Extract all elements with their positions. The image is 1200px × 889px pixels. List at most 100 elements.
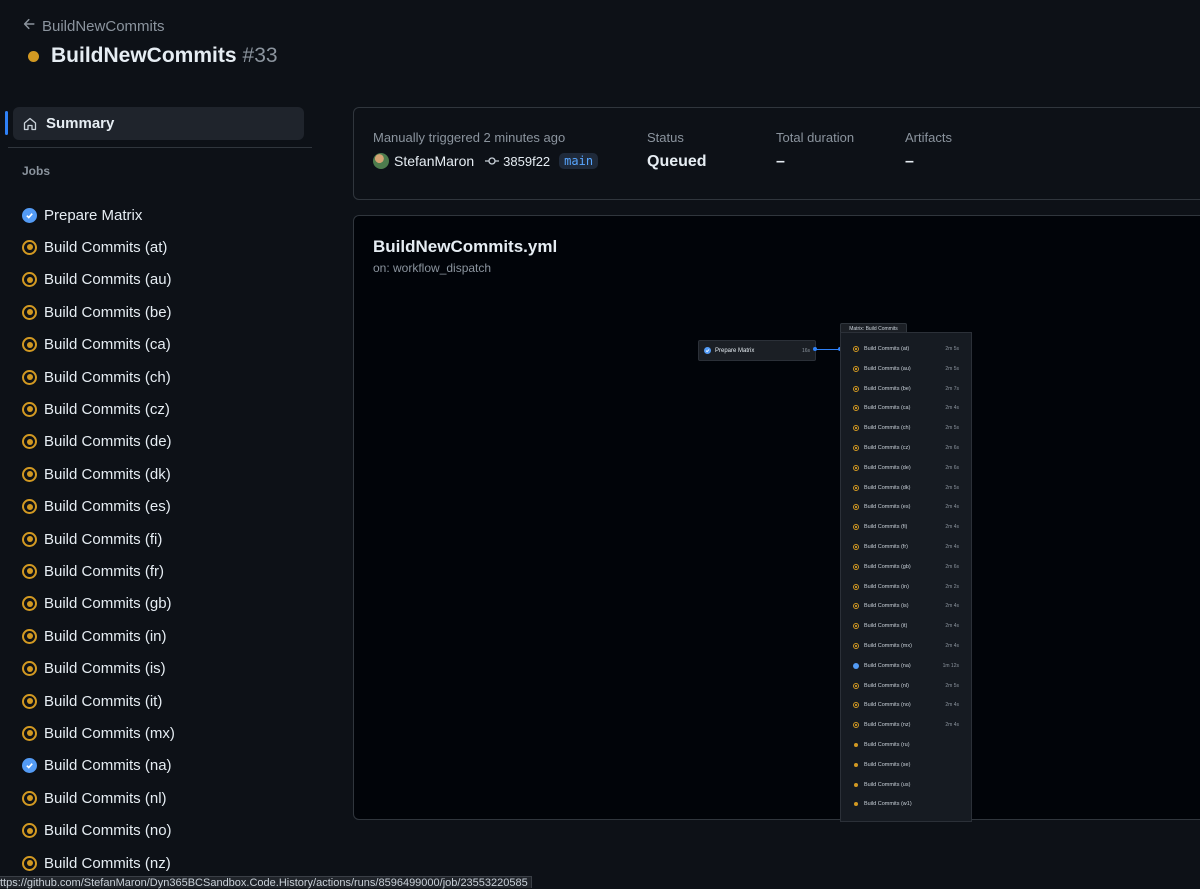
matrix-job-node[interactable]: Build Commits (ca) 2m 4s: [853, 403, 963, 413]
sidebar-job-item[interactable]: Build Commits (dk): [22, 462, 302, 486]
matrix-job-node[interactable]: Build Commits (at) 2m 5s: [853, 344, 963, 354]
matrix-job-node[interactable]: Build Commits (ch) 2m 5s: [853, 423, 963, 433]
matrix-job-duration: 2m 4s: [945, 643, 959, 649]
matrix-job-node[interactable]: Build Commits (na) 1m 12s: [853, 661, 963, 671]
matrix-job-node[interactable]: Build Commits (nz) 2m 4s: [853, 720, 963, 730]
matrix-job-node[interactable]: Build Commits (w1): [853, 799, 963, 809]
sidebar-job-item[interactable]: Build Commits (nl): [22, 786, 302, 810]
trigger-details: StefanMaron 3859f22 main: [373, 153, 599, 169]
queued-status-icon: [22, 563, 37, 579]
matrix-job-node[interactable]: Build Commits (dk) 2m 5s: [853, 483, 963, 493]
sidebar-job-label: Build Commits (in): [44, 627, 167, 645]
sidebar-job-item[interactable]: Build Commits (mx): [22, 721, 302, 745]
sidebar-job-item[interactable]: Build Commits (na): [22, 754, 302, 778]
sidebar-item-summary[interactable]: Summary: [13, 107, 304, 140]
back-link-label[interactable]: BuildNewCommits: [42, 18, 165, 35]
sidebar-job-item[interactable]: Build Commits (de): [22, 430, 302, 454]
sidebar-job-label: Build Commits (nl): [44, 789, 167, 807]
sidebar-job-label: Build Commits (na): [44, 757, 172, 775]
matrix-job-node[interactable]: Build Commits (cz) 2m 6s: [853, 443, 963, 453]
queued-status-icon: [853, 682, 859, 689]
matrix-job-label: Build Commits (au): [864, 365, 911, 372]
queued-status-icon: [853, 544, 859, 550]
check-circle-icon: [22, 207, 37, 223]
back-link[interactable]: BuildNewCommits: [22, 17, 165, 35]
matrix-job-node[interactable]: Build Commits (es) 2m 4s: [853, 502, 963, 512]
matrix-job-duration: 2m 5s: [945, 682, 959, 689]
sidebar-item-label: Summary: [46, 115, 115, 132]
queued-status-icon: [22, 434, 37, 450]
matrix-job-label: Build Commits (gb): [864, 563, 911, 570]
matrix-group: Build Commits (at) 2m 5s Build Commits (au…: [840, 332, 972, 822]
matrix-job-duration: 2m 4s: [945, 722, 959, 729]
matrix-job-node[interactable]: Build Commits (in) 2m 2s: [853, 582, 963, 592]
matrix-job-duration: 2m 4s: [945, 702, 959, 709]
matrix-job-node[interactable]: Build Commits (nl) 2m 5s: [853, 681, 963, 691]
workflow-trigger: on: workflow_dispatch: [373, 261, 492, 275]
sidebar-job-label: Prepare Matrix: [44, 206, 143, 224]
matrix-job-node[interactable]: Build Commits (au) 2m 5s: [853, 364, 963, 374]
run-title: BuildNewCommits: [51, 44, 237, 67]
sidebar-job-item[interactable]: Build Commits (au): [22, 268, 302, 292]
sidebar-job-label: Build Commits (be): [44, 303, 172, 321]
sidebar-job-item[interactable]: Build Commits (ca): [22, 333, 302, 357]
duration-value: –: [776, 153, 785, 170]
matrix-job-label: Build Commits (ru): [864, 742, 910, 748]
sidebar-job-item[interactable]: Build Commits (cz): [22, 397, 302, 421]
matrix-job-node[interactable]: Build Commits (mx) 2m 4s: [853, 641, 963, 651]
queued-status-icon: [22, 531, 37, 547]
matrix-job-node[interactable]: Build Commits (gb) 2m 6s: [853, 562, 963, 572]
matrix-job-label: Build Commits (mx): [864, 643, 912, 649]
sidebar-job-label: Build Commits (ch): [44, 368, 171, 386]
sidebar-job-item[interactable]: Prepare Matrix: [22, 203, 302, 227]
matrix-job-node[interactable]: Build Commits (fi) 2m 4s: [853, 522, 963, 532]
matrix-job-node[interactable]: Build Commits (fr) 2m 4s: [853, 542, 963, 552]
sidebar-job-label: Build Commits (cz): [44, 400, 170, 418]
actor-link[interactable]: StefanMaron: [394, 153, 474, 169]
sidebar-job-item[interactable]: Build Commits (nz): [22, 851, 302, 875]
sidebar-job-item[interactable]: Build Commits (it): [22, 689, 302, 713]
pending-dot-icon: [854, 762, 858, 767]
queued-status-icon: [22, 272, 37, 288]
sidebar-job-item[interactable]: Build Commits (be): [22, 300, 302, 324]
commit-link[interactable]: 3859f22: [485, 154, 550, 169]
sidebar-job-item[interactable]: Build Commits (in): [22, 624, 302, 648]
sidebar-job-item[interactable]: Build Commits (fr): [22, 559, 302, 583]
matrix-job-label: Build Commits (be): [864, 385, 911, 392]
pending-dot-icon: [854, 782, 858, 787]
graph-node-label: Prepare Matrix: [715, 347, 755, 354]
sidebar-job-label: Build Commits (au): [44, 271, 172, 289]
matrix-job-node[interactable]: Build Commits (it) 2m 4s: [853, 621, 963, 631]
avatar[interactable]: [373, 153, 389, 169]
matrix-job-label: Build Commits (ca): [864, 405, 911, 412]
sidebar-job-item[interactable]: Build Commits (no): [22, 819, 302, 843]
matrix-job-node[interactable]: Build Commits (be) 2m 7s: [853, 384, 963, 394]
matrix-job-duration: 2m 5s: [945, 365, 959, 372]
queued-status-icon: [22, 499, 37, 515]
sidebar-job-label: Build Commits (no): [44, 822, 172, 840]
matrix-job-node[interactable]: Build Commits (us): [853, 780, 963, 790]
sidebar-job-item[interactable]: Build Commits (at): [22, 235, 302, 259]
matrix-job-node[interactable]: Build Commits (ru): [853, 740, 963, 750]
matrix-job-node[interactable]: Build Commits (se): [853, 760, 963, 770]
matrix-job-node[interactable]: Build Commits (is) 2m 4s: [853, 601, 963, 611]
sidebar-job-item[interactable]: Build Commits (fi): [22, 527, 302, 551]
sidebar-job-item[interactable]: Build Commits (ch): [22, 365, 302, 389]
status-label: Status: [647, 130, 684, 145]
graph-node-prepare-matrix[interactable]: Prepare Matrix 16s: [698, 340, 816, 361]
branch-badge[interactable]: main: [559, 153, 599, 169]
sidebar-job-label: Build Commits (mx): [44, 724, 175, 742]
graph-connector: [815, 349, 840, 350]
matrix-job-label: Build Commits (cz): [864, 445, 911, 451]
commit-sha[interactable]: 3859f22: [503, 154, 550, 169]
sidebar-job-item[interactable]: Build Commits (gb): [22, 592, 302, 616]
sidebar-job-item[interactable]: Build Commits (es): [22, 495, 302, 519]
matrix-job-duration: 2m 5s: [945, 346, 959, 352]
matrix-job-node[interactable]: Build Commits (no) 2m 4s: [853, 700, 963, 710]
sidebar-job-item[interactable]: Build Commits (is): [22, 657, 302, 681]
queued-status-icon: [853, 504, 859, 511]
matrix-job-node[interactable]: Build Commits (de) 2m 6s: [853, 463, 963, 473]
sidebar-job-label: Build Commits (is): [44, 660, 166, 678]
queued-status-icon: [22, 337, 37, 353]
queued-status-icon: [853, 563, 859, 570]
